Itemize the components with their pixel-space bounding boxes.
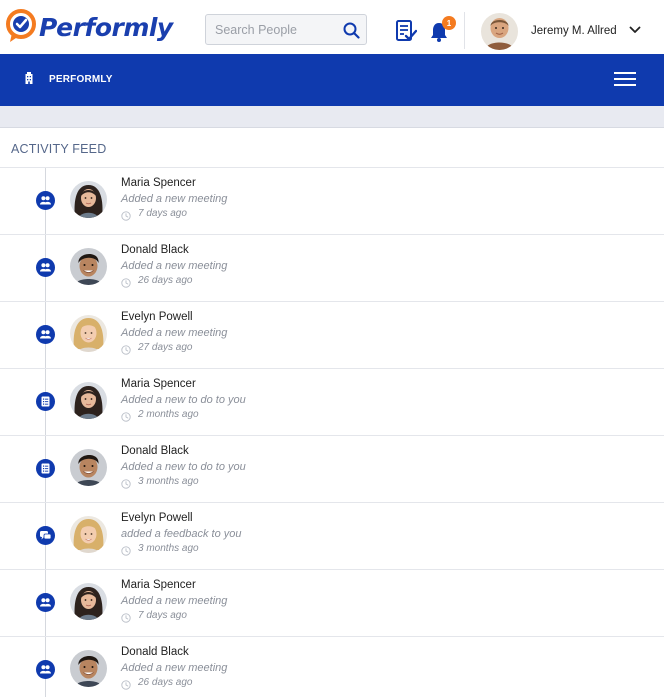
feed-item-action: Added a new to do to you <box>121 461 246 473</box>
feed-item-action: Added a new meeting <box>121 595 228 607</box>
feed-item-action: added a feedback to you <box>121 528 242 540</box>
feed-item-time: 3 months ago <box>138 475 199 487</box>
feed-item[interactable]: Evelyn Powell added a feedback to you 3 mo… <box>0 503 664 570</box>
feed-item-name[interactable]: Evelyn Powell <box>121 311 193 323</box>
building-icon <box>25 72 33 84</box>
clock-icon <box>121 409 131 422</box>
feed-item-action: Added a new meeting <box>121 260 228 272</box>
feed-item-timestamp: 26 days ago <box>121 274 193 288</box>
nav-bar: PERFORMLY <box>0 54 664 106</box>
user-avatar[interactable] <box>481 13 518 50</box>
feed-item-time: 3 months ago <box>138 542 199 554</box>
feed-item-action: Added a new meeting <box>121 327 228 339</box>
avatar[interactable] <box>70 382 107 419</box>
feed-item-name[interactable]: Maria Spencer <box>121 378 196 390</box>
avatar[interactable] <box>70 181 107 218</box>
checklist-icon <box>36 459 55 478</box>
tasks-button[interactable] <box>395 19 417 43</box>
feed-item-time: 26 days ago <box>138 274 193 286</box>
avatar[interactable] <box>70 449 107 486</box>
menu-icon[interactable] <box>614 70 636 88</box>
feed-item-name[interactable]: Donald Black <box>121 244 189 256</box>
feed-item-name[interactable]: Maria Spencer <box>121 579 196 591</box>
users-icon <box>36 593 55 612</box>
clock-icon <box>121 543 131 556</box>
feed-item-timestamp: 7 days ago <box>121 207 187 221</box>
users-icon <box>36 191 55 210</box>
avatar[interactable] <box>70 315 107 352</box>
clock-icon <box>121 610 131 623</box>
notification-badge: 1 <box>442 16 456 30</box>
feed-item[interactable]: Donald Black Added a new meeting 26 days a… <box>0 637 664 697</box>
feed-item-time: 7 days ago <box>138 609 187 621</box>
user-name[interactable]: Jeremy M. Allred <box>531 25 617 37</box>
chat-icon <box>36 526 55 545</box>
avatar[interactable] <box>70 583 107 620</box>
feed-item[interactable]: Donald Black Added a new to do to you 3 mo… <box>0 436 664 503</box>
feed-item-timestamp: 3 months ago <box>121 475 199 489</box>
feed-item-timestamp: 26 days ago <box>121 676 193 690</box>
checklist-icon <box>36 392 55 411</box>
search-icon <box>343 22 360 39</box>
search-box <box>205 14 367 45</box>
clock-icon <box>121 677 131 690</box>
chevron-down-icon[interactable] <box>628 23 642 37</box>
users-icon <box>36 258 55 277</box>
avatar <box>481 13 518 50</box>
clock-icon <box>121 342 131 355</box>
feed-item[interactable]: Maria Spencer Added a new to do to you 2 m… <box>0 369 664 436</box>
search-button[interactable] <box>340 19 362 41</box>
avatar[interactable] <box>70 248 107 285</box>
avatar[interactable] <box>70 650 107 687</box>
clock-icon <box>121 208 131 221</box>
feed-item-name[interactable]: Evelyn Powell <box>121 512 193 524</box>
feed-item[interactable]: Maria Spencer Added a new meeting 7 days a… <box>0 570 664 637</box>
feed-item-time: 26 days ago <box>138 676 193 688</box>
clock-icon <box>121 476 131 489</box>
feed-item-timestamp: 7 days ago <box>121 609 187 623</box>
users-icon <box>36 660 55 679</box>
header-divider <box>464 12 465 49</box>
feed-item-timestamp: 27 days ago <box>121 341 193 355</box>
feed-item-name[interactable]: Donald Black <box>121 445 189 457</box>
avatar[interactable] <box>70 516 107 553</box>
logo-icon <box>6 9 36 42</box>
feed-item-action: Added a new to do to you <box>121 394 246 406</box>
top-header: Performly 1 <box>0 0 664 54</box>
feed-item-time: 7 days ago <box>138 207 187 219</box>
feed-item-timestamp: 2 months ago <box>121 408 199 422</box>
search-input[interactable] <box>206 15 336 44</box>
feed-item-time: 2 months ago <box>138 408 199 420</box>
feed-item[interactable]: Maria Spencer Added a new meeting 7 days a… <box>0 168 664 235</box>
feed-item-name[interactable]: Maria Spencer <box>121 177 196 189</box>
section-title: ACTIVITY FEED <box>11 142 107 156</box>
logo-text: Performly <box>39 12 173 42</box>
feed-item-timestamp: 3 months ago <box>121 542 199 556</box>
app-logo[interactable]: Performly <box>6 9 173 45</box>
clock-icon <box>121 275 131 288</box>
feed-item-action: Added a new meeting <box>121 662 228 674</box>
users-icon <box>36 325 55 344</box>
checklist-doc-icon <box>396 20 417 41</box>
sub-header-strip <box>0 106 664 128</box>
feed-item[interactable]: Evelyn Powell Added a new meeting 27 days … <box>0 302 664 369</box>
feed-item-time: 27 days ago <box>138 341 193 353</box>
nav-title[interactable]: PERFORMLY <box>49 74 113 85</box>
feed-item[interactable]: Donald Black Added a new meeting 26 days a… <box>0 235 664 302</box>
feed-item-name[interactable]: Donald Black <box>121 646 189 658</box>
feed-item-action: Added a new meeting <box>121 193 228 205</box>
